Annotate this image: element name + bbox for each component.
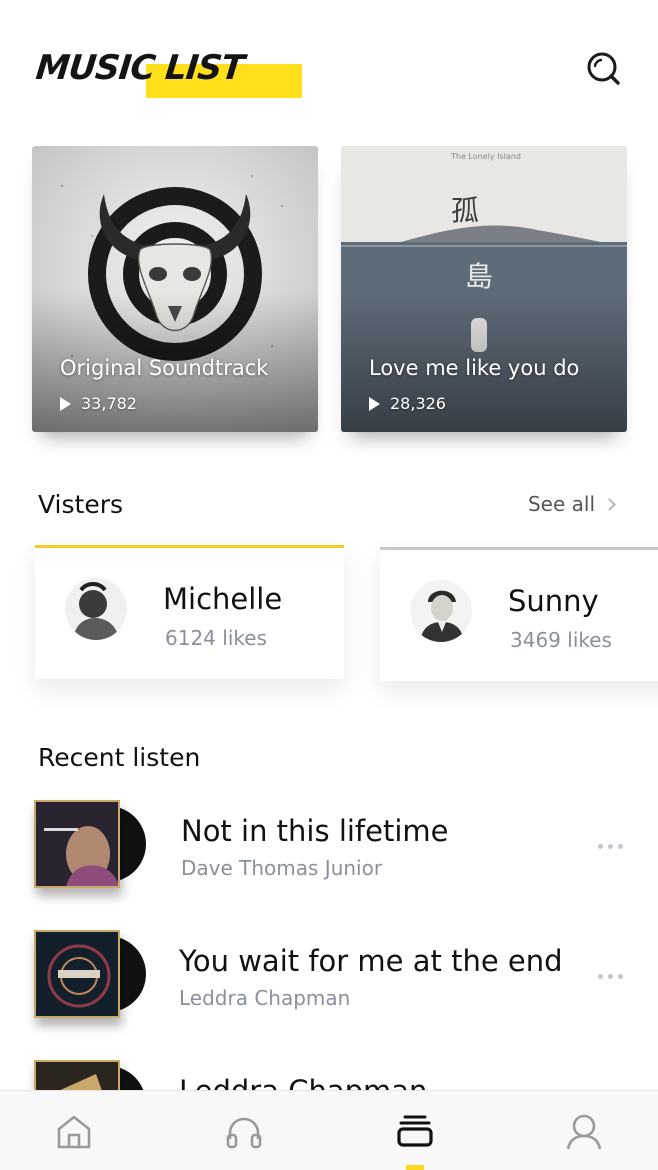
recent-section-title: Recent listen [38,743,201,772]
track-title: You wait for me at the end [179,944,563,978]
svg-text:孤: 孤 [451,194,479,227]
avatar [65,578,127,640]
more-options-icon[interactable] [598,844,623,849]
list-item[interactable]: You wait for me at the end Leddra Chapma… [0,930,658,1030]
album-title: Original Soundtrack [60,356,269,380]
visitors-section-title: Visters [38,490,124,519]
visitor-name: Sunny [508,584,599,618]
play-count-value: 28,326 [390,394,446,413]
more-options-icon[interactable] [598,974,623,979]
see-all-link[interactable]: See all [527,492,616,516]
logo-text: MUSIC LIST [33,48,246,88]
chevron-right-icon [603,497,616,511]
nav-playlist[interactable] [395,1111,435,1151]
track-cover [34,930,152,1018]
search-button[interactable] [585,50,623,88]
nav-profile[interactable] [564,1111,604,1151]
play-count-value: 33,782 [81,394,137,413]
album-card-original-soundtrack[interactable]: Original Soundtrack 33,782 [32,146,318,432]
track-cover [34,800,152,888]
playlist-icon [397,1115,433,1147]
album-card-love-me-like-you-do[interactable]: 孤 島 The Lonely Island Love me like you d… [341,146,627,432]
home-icon [57,1115,91,1149]
visitor-likes: 3469 likes [510,628,612,652]
visitor-card-sunny[interactable]: Sunny 3469 likes [380,547,658,681]
track-title: Not in this lifetime [181,814,449,848]
headphones-icon [226,1117,262,1149]
album-sleeve [34,800,120,888]
visitor-name: Michelle [163,582,283,616]
album-play-count: 28,326 [369,394,446,413]
bottom-navigation [0,1090,658,1170]
app-logo: MUSIC LIST [33,44,302,100]
play-icon [369,396,380,411]
visitor-likes: 6124 likes [165,626,267,650]
album-sleeve [34,930,120,1018]
svg-text:島: 島 [465,260,493,293]
album-title: Love me like you do [369,356,580,380]
cover-caption: The Lonely Island [451,152,521,161]
visitor-card-michelle[interactable]: Michelle 6124 likes [35,545,344,679]
list-item[interactable]: Not in this lifetime Dave Thomas Junior [0,800,658,900]
track-artist: Dave Thomas Junior [181,856,383,880]
album-play-count: 33,782 [60,394,137,413]
track-artist: Leddra Chapman [179,986,351,1010]
play-icon [60,396,71,411]
active-tab-indicator [406,1165,424,1170]
avatar [410,580,472,642]
see-all-label: See all [527,492,595,516]
search-icon [587,52,620,85]
profile-icon [566,1114,602,1150]
nav-home[interactable] [54,1111,94,1151]
nav-music[interactable] [224,1111,264,1151]
header: MUSIC LIST [0,0,658,120]
